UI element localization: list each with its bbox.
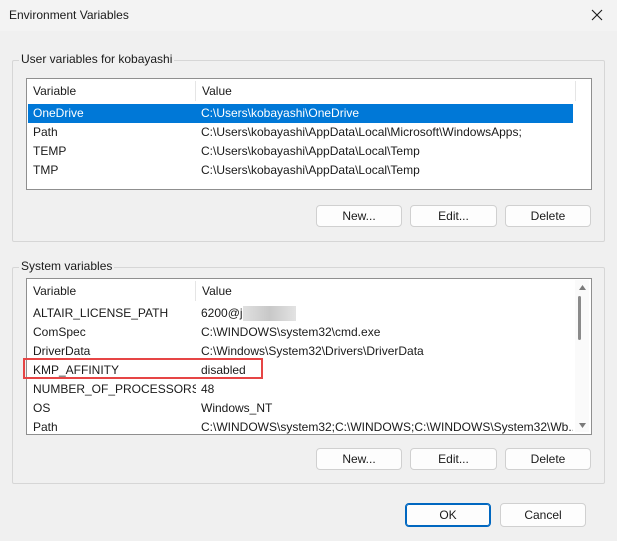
system-variables-list[interactable]: Variable Value ALTAIR_LICENSE_PATH 6200@…: [26, 278, 592, 435]
variable-value: 48: [201, 382, 215, 396]
user-variables-label: User variables for kobayashi: [19, 52, 175, 66]
variable-name: Path: [33, 420, 58, 434]
user-delete-button[interactable]: Delete: [505, 205, 591, 227]
user-variable-row[interactable]: TEMP C:\Users\kobayashi\AppData\Local\Te…: [28, 142, 573, 161]
system-variable-row[interactable]: ComSpec C:\WINDOWS\system32\cmd.exe: [28, 323, 573, 342]
variable-value: C:\WINDOWS\system32;C:\WINDOWS;C:\WINDOW…: [201, 420, 573, 434]
variable-name: Path: [33, 125, 58, 139]
scroll-down-arrow[interactable]: [575, 419, 589, 431]
title-bar: Environment Variables: [0, 0, 617, 31]
variable-name: ALTAIR_LICENSE_PATH: [33, 306, 169, 320]
variable-value: C:\WINDOWS\system32\cmd.exe: [201, 325, 381, 339]
variable-name: TMP: [33, 163, 59, 177]
system-variable-row[interactable]: NUMBER_OF_PROCESSORS 48: [28, 380, 573, 399]
system-edit-button[interactable]: Edit...: [410, 448, 497, 470]
system-variable-row[interactable]: OS Windows_NT: [28, 399, 573, 418]
close-icon: [591, 9, 603, 21]
variable-value: C:\Users\kobayashi\AppData\Local\Microso…: [201, 125, 522, 139]
variable-name: ComSpec: [33, 325, 86, 339]
window-title: Environment Variables: [9, 8, 129, 22]
close-button[interactable]: [585, 4, 609, 26]
variable-value: Windows_NT: [201, 401, 273, 415]
system-variables-label: System variables: [19, 259, 115, 273]
scroll-thumb[interactable]: [578, 296, 581, 340]
column-header-variable[interactable]: Variable: [27, 279, 195, 303]
user-variable-row[interactable]: Path C:\Users\kobayashi\AppData\Local\Mi…: [28, 123, 573, 142]
user-new-button[interactable]: New...: [316, 205, 402, 227]
scroll-up-icon: [578, 284, 586, 290]
variable-name: OS: [33, 401, 51, 415]
column-header-value[interactable]: Value: [196, 79, 576, 103]
user-variables-list[interactable]: Variable Value OneDrive C:\Users\kobayas…: [26, 78, 592, 190]
system-variable-row[interactable]: Path C:\WINDOWS\system32;C:\WINDOWS;C:\W…: [28, 418, 573, 434]
variable-name: TEMP: [33, 144, 67, 158]
user-variable-row[interactable]: OneDrive C:\Users\kobayashi\OneDrive: [28, 104, 573, 123]
system-list-header: Variable Value: [27, 279, 591, 303]
column-header-value[interactable]: Value: [196, 279, 576, 303]
user-edit-button[interactable]: Edit...: [410, 205, 497, 227]
variable-name: OneDrive: [33, 106, 84, 120]
variable-value: C:\Users\kobayashi\OneDrive: [201, 106, 360, 120]
redaction-blur: [243, 306, 296, 321]
environment-variables-dialog: Environment Variables User variables for…: [0, 0, 617, 541]
scroll-up-arrow[interactable]: [575, 281, 589, 293]
variable-value: C:\Users\kobayashi\AppData\Local\Temp: [201, 144, 420, 158]
variable-name: NUMBER_OF_PROCESSORS: [33, 382, 196, 396]
kmp-affinity-highlight: [23, 358, 263, 379]
column-header-variable[interactable]: Variable: [27, 79, 195, 103]
ok-button[interactable]: OK: [405, 503, 491, 527]
system-variable-row[interactable]: ALTAIR_LICENSE_PATH 6200@jp: [28, 304, 573, 323]
cancel-button[interactable]: Cancel: [500, 503, 586, 527]
system-delete-button[interactable]: Delete: [505, 448, 591, 470]
scroll-down-icon: [578, 422, 586, 428]
variable-value: C:\Users\kobayashi\AppData\Local\Temp: [201, 163, 420, 177]
vertical-scrollbar[interactable]: [575, 280, 589, 432]
system-new-button[interactable]: New...: [316, 448, 402, 470]
user-list-header: Variable Value: [27, 79, 591, 103]
user-variable-row[interactable]: TMP C:\Users\kobayashi\AppData\Local\Tem…: [28, 161, 573, 180]
column-divider[interactable]: [575, 81, 576, 101]
